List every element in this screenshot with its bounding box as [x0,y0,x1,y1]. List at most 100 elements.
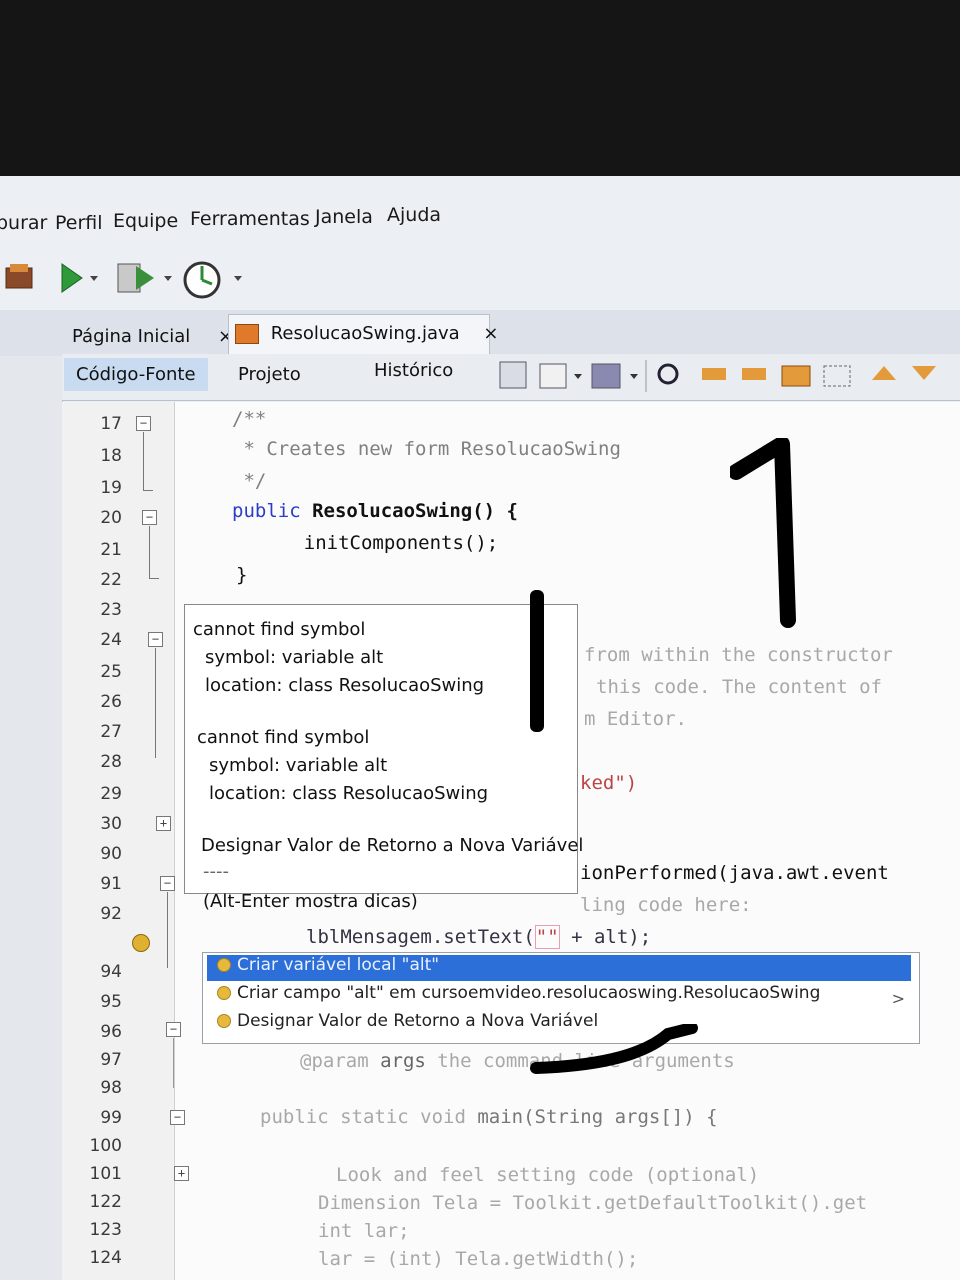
error-location: location: class ResolucaoSwing [209,783,489,804]
line-number: 27 [100,722,122,742]
error-tooltip: cannot find symbol symbol: variable alt … [184,604,583,912]
line-number: 95 [100,992,122,1012]
line-number: 23 [100,600,122,620]
code-line: Look and feel setting code (optional) [336,1164,760,1186]
menu-ferramentas[interactable]: Ferramentas [190,208,310,230]
fold-collapse-icon[interactable]: − [170,1110,185,1125]
line-number: 122 [89,1192,122,1212]
menu-janela[interactable]: Janela [315,206,373,228]
fold-collapse-icon[interactable]: − [166,1022,181,1037]
line-number: 19 [100,478,122,498]
line-number: 26 [100,692,122,712]
line-number: 96 [100,1022,122,1042]
hint-footer: (Alt-Enter mostra dicas) [203,891,418,912]
fold-collapse-icon[interactable]: − [142,510,157,525]
error-symbol: symbol: variable alt [209,755,388,776]
line-number: 97 [100,1050,122,1070]
menu-ajuda[interactable]: Ajuda [387,204,441,226]
fold-collapse-icon[interactable]: − [148,632,163,647]
line-number: 91 [100,874,122,894]
code-line: public static void main(String args[]) { [260,1106,718,1128]
file-tabs: Página Inicial × ResolucaoSwing.java × [0,310,960,356]
build-icon[interactable] [2,260,38,301]
line-number: 123 [89,1220,122,1240]
editor-action-icons[interactable] [494,360,960,394]
ide-window: purar Perfil Equipe Ferramentas Janela A… [0,176,960,1280]
handwritten-underline [530,1024,698,1074]
line-number: 124 [89,1248,122,1268]
error-location: location: class ResolucaoSwing [205,675,485,696]
code-line: m Editor. [584,708,687,730]
error-title: cannot find symbol [193,619,366,640]
line-number: 98 [100,1078,122,1098]
code-line: ked") [580,772,638,794]
line-number: 24 [100,630,122,650]
lightbulb-icon [217,1014,231,1028]
tab-projeto[interactable]: Projeto [238,364,301,385]
tab-label: Página Inicial [72,326,191,347]
code-line: ling code here: [580,894,752,916]
line-number: 100 [89,1136,122,1156]
code-line: from within the constructor [584,644,893,666]
suggestion-item[interactable]: Criar campo "alt" em cursoemvideo.resolu… [207,983,911,1009]
tab-label: ResolucaoSwing.java [270,323,460,344]
tab-pagina-inicial[interactable]: Página Inicial × [72,326,233,347]
line-number: 18 [100,446,122,466]
code-line-error: lblMensagem.setText("" + alt); [306,925,652,949]
menu-bar: purar Perfil Equipe Ferramentas Janela A… [0,196,960,244]
java-file-icon [235,324,259,344]
code-line: */ [232,470,267,492]
lightbulb-icon [217,958,231,972]
menu-perfil[interactable]: Perfil [55,212,103,234]
code-line: lar = (int) Tela.getWidth(); [318,1248,639,1270]
line-number: 25 [100,662,122,682]
chevron-right-icon[interactable]: > [892,989,905,1008]
code-line: int lar; [318,1220,410,1242]
code-line: initComponents(); [258,532,499,554]
lightbulb-icon [217,986,231,1000]
tab-resolucaoswing[interactable]: ResolucaoSwing.java × [228,314,499,356]
editor-toolbar: Código-Fonte Projeto Histórico [62,354,960,401]
code-line: Dimension Tela = Toolkit.getDefaultToolk… [318,1192,868,1214]
code-line: public ResolucaoSwing() { [232,500,518,522]
tab-historico[interactable]: Histórico [374,360,453,381]
handwritten-number [728,436,820,628]
line-number: 99 [100,1108,122,1128]
menu-equipe[interactable]: Equipe [113,210,178,232]
tab-codigo-fonte[interactable]: Código-Fonte [64,358,208,391]
code-line: this code. The content of [596,676,882,698]
toolbar [0,248,960,306]
line-number: 17 [100,414,122,434]
debug-icon[interactable] [116,260,176,301]
line-number: 29 [100,784,122,804]
line-number: 30 [100,814,122,834]
fold-collapse-icon[interactable]: − [160,876,175,891]
line-number: 21 [100,540,122,560]
line-number: 28 [100,752,122,772]
suggestion-item[interactable]: Criar variável local "alt" [207,955,911,981]
line-number: 22 [100,570,122,590]
line-number: 90 [100,844,122,864]
fold-expand-icon[interactable]: + [156,816,171,831]
line-gutter: 17 18 19 20 21 22 23 24 25 26 27 28 29 3… [62,402,189,1280]
run-icon[interactable] [58,260,98,301]
separator: ---- [203,861,229,882]
line-number: 94 [100,962,122,982]
hint-text: Designar Valor de Retorno a Nova Variáve… [201,835,584,856]
fold-expand-icon[interactable]: + [174,1166,189,1181]
close-icon[interactable]: × [483,323,498,344]
menu-depurar[interactable]: purar [0,212,47,234]
left-panel: — [0,310,63,1280]
fold-collapse-icon[interactable]: − [136,416,151,431]
error-title: cannot find symbol [197,727,370,748]
line-number: 101 [89,1164,122,1184]
error-symbol: symbol: variable alt [205,647,384,668]
handwritten-mark [530,590,544,732]
line-number: 92 [100,904,122,924]
code-line: ionPerformed(java.awt.event [580,862,889,884]
code-line: } [236,564,248,586]
hint-bulb-icon[interactable] [132,934,150,952]
code-line: /** [232,408,267,430]
profile-icon[interactable] [182,260,248,305]
code-line: * Creates new form ResolucaoSwing [232,438,621,460]
